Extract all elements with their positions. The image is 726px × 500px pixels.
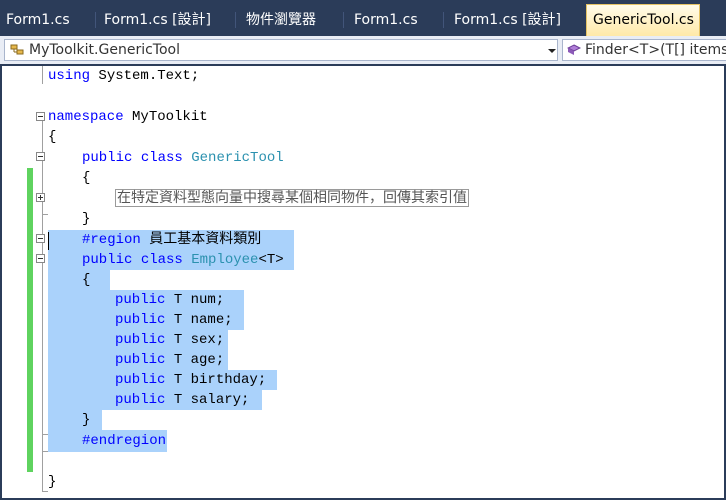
- code-line-brace: {: [82, 270, 90, 290]
- tab-form1-cs[interactable]: Form1.cs: [0, 6, 96, 34]
- text-caret: [48, 232, 49, 250]
- chevron-down-icon: [548, 49, 556, 53]
- code-text: {: [82, 170, 91, 186]
- code-text: T salary;: [165, 392, 250, 408]
- outline-guide: [42, 121, 43, 491]
- code-text: }: [48, 474, 57, 490]
- code-text: }: [82, 211, 91, 227]
- code-text: {: [48, 129, 57, 145]
- code-text: T age;: [165, 352, 225, 368]
- outline-tick: [42, 434, 48, 435]
- code-text: {: [82, 272, 91, 288]
- class-icon: [10, 44, 24, 55]
- code-text: T birthday;: [165, 372, 267, 388]
- type-selector-dropdown[interactable]: MyToolkit.GenericTool: [4, 39, 558, 61]
- code-line-endregion: #endregion: [82, 431, 166, 451]
- collapse-employee-toggle[interactable]: [36, 254, 45, 263]
- code-line-field: public T num;: [115, 290, 224, 310]
- selection-highlight: [48, 410, 102, 430]
- selection-highlight: [48, 270, 110, 290]
- keyword-token: using: [48, 68, 91, 84]
- code-text: T name;: [165, 312, 233, 328]
- method-icon: [567, 44, 581, 55]
- tab-form1-cs-2[interactable]: Form1.cs: [348, 6, 444, 34]
- keyword-token: public: [115, 352, 166, 368]
- keyword-token: public: [115, 292, 166, 308]
- code-line-using: using System.Text;: [48, 66, 199, 86]
- keyword-token: public: [115, 392, 166, 408]
- keyword-token: public: [115, 332, 166, 348]
- collapse-namespace-toggle[interactable]: [36, 112, 45, 121]
- keyword-token: class: [140, 150, 183, 166]
- code-line-field: public T sex;: [115, 330, 224, 350]
- keyword-token: public: [82, 252, 133, 268]
- code-text: }: [82, 412, 91, 428]
- code-text: MyToolkit: [123, 109, 208, 125]
- code-line-field: public T birthday;: [115, 370, 266, 390]
- code-line-field: public T salary;: [115, 390, 249, 410]
- tab-label: 物件瀏覽器: [246, 12, 316, 28]
- outline-tick: [42, 451, 48, 452]
- tab-form1-design-2[interactable]: Form1.cs [設計]: [448, 6, 586, 34]
- type-selector-value: MyToolkit.GenericTool: [29, 42, 180, 58]
- code-line-region: #region 員工基本資料類別: [82, 230, 261, 250]
- tab-label: Form1.cs [設計]: [454, 12, 561, 28]
- code-text: <T>: [258, 252, 284, 268]
- tab-label: GenericTool.cs: [593, 12, 694, 28]
- code-text: T sex;: [165, 332, 225, 348]
- collapsed-region-label[interactable]: 在特定資料型態向量中搜尋某個相同物件，回傳其索引值: [115, 189, 469, 207]
- tab-object-browser[interactable]: 物件瀏覽器: [240, 6, 344, 34]
- tab-generictool-cs[interactable]: GenericTool.cs: [586, 4, 700, 36]
- code-line-brace: {: [48, 127, 56, 147]
- member-selector-value: Finder<T>(T[] items: [585, 42, 726, 58]
- code-line-class-decl: public class GenericTool: [82, 148, 284, 168]
- code-line-employee-decl: public class Employee<T>: [82, 250, 284, 270]
- code-line-field: public T name;: [115, 310, 233, 330]
- keyword-token: class: [140, 252, 183, 268]
- keyword-token: public: [115, 312, 166, 328]
- collapse-class-toggle[interactable]: [36, 152, 45, 161]
- change-tracking-bar: [27, 168, 33, 472]
- type-name-token: Employee: [191, 252, 259, 268]
- code-text: T num;: [165, 292, 225, 308]
- code-line-brace: }: [82, 209, 90, 229]
- vs-editor-window: Form1.cs Form1.cs [設計] 物件瀏覽器 Form1.cs Fo…: [0, 0, 726, 500]
- code-line-collapsed: 在特定資料型態向量中搜尋某個相同物件，回傳其索引值: [115, 188, 469, 208]
- code-line-brace: }: [82, 410, 90, 430]
- code-line-field: public T age;: [115, 350, 224, 370]
- tab-label: Form1.cs: [6, 12, 70, 28]
- code-editor[interactable]: using System.Text; namespace MyToolkit {…: [0, 64, 726, 500]
- expand-comment-toggle[interactable]: [36, 193, 45, 202]
- document-tab-strip: Form1.cs Form1.cs [設計] 物件瀏覽器 Form1.cs Fo…: [0, 0, 726, 36]
- code-line-namespace: namespace MyToolkit: [48, 107, 208, 127]
- keyword-token: #endregion: [82, 433, 167, 449]
- tab-form1-design[interactable]: Form1.cs [設計]: [98, 6, 236, 34]
- keyword-token: public: [115, 372, 166, 388]
- code-text: 員工基本資料類別: [140, 232, 262, 248]
- code-line-brace: {: [82, 168, 90, 188]
- code-line-brace: }: [48, 472, 56, 492]
- member-selector-dropdown[interactable]: Finder<T>(T[] items: [562, 39, 726, 61]
- keyword-token: public: [82, 150, 133, 166]
- keyword-token: namespace: [48, 109, 124, 125]
- navigation-bar: MyToolkit.GenericTool Finder<T>(T[] item…: [0, 36, 726, 65]
- outline-tick: [42, 214, 48, 215]
- outline-guide: [42, 66, 43, 84]
- keyword-token: #region: [82, 232, 141, 248]
- tab-label: Form1.cs [設計]: [104, 12, 211, 28]
- tab-label: Form1.cs: [354, 12, 418, 28]
- code-text: System.Text;: [90, 68, 200, 84]
- collapse-region-toggle[interactable]: [36, 234, 45, 243]
- type-name-token: GenericTool: [191, 150, 284, 166]
